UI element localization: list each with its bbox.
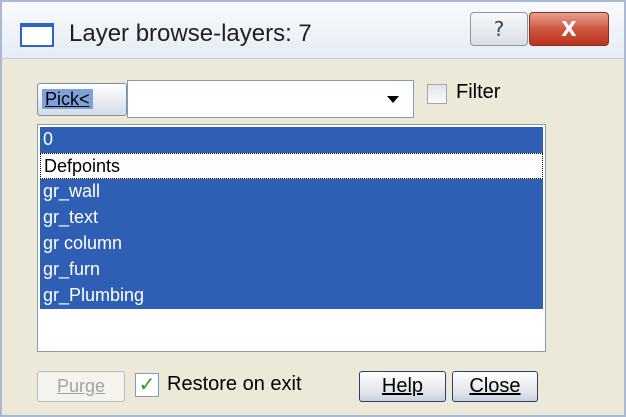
close-title-button[interactable]: X <box>529 12 609 46</box>
layer-combo[interactable] <box>127 80 414 118</box>
help-button[interactable]: Help <box>359 371 446 402</box>
close-button-label: Close <box>469 375 521 397</box>
help-title-button[interactable]: ? <box>470 12 528 46</box>
list-item[interactable]: 0 <box>40 127 543 153</box>
list-item[interactable]: Defpoints <box>40 153 543 179</box>
list-item[interactable]: gr_furn <box>40 257 543 283</box>
close-button[interactable]: Close <box>452 371 538 402</box>
restore-checkbox[interactable]: ✓ <box>135 373 159 397</box>
purge-button-label: Purge <box>56 376 106 396</box>
chevron-down-icon[interactable] <box>387 96 399 103</box>
list-item[interactable]: gr_text <box>40 205 543 231</box>
title-bar[interactable]: Layer browse-layers: 7 ? X <box>2 2 624 59</box>
filter-label: Filter <box>456 81 501 103</box>
filter-checkbox[interactable] <box>427 84 447 104</box>
list-item[interactable]: gr column <box>40 231 543 257</box>
window-icon <box>20 23 54 47</box>
layer-list[interactable]: 0 Defpoints gr_wall gr_text gr column gr… <box>37 124 546 352</box>
purge-button[interactable]: Purge <box>37 371 125 402</box>
help-button-label: Help <box>381 375 424 397</box>
list-item[interactable]: gr_Plumbing <box>40 283 543 309</box>
restore-on-exit-label: Restore on exit <box>167 373 302 395</box>
pick-button-label: Pick< <box>42 89 93 109</box>
pick-button[interactable]: Pick< <box>37 83 127 116</box>
list-item[interactable]: gr_wall <box>40 179 543 205</box>
window-title: Layer browse-layers: 7 <box>69 20 312 47</box>
